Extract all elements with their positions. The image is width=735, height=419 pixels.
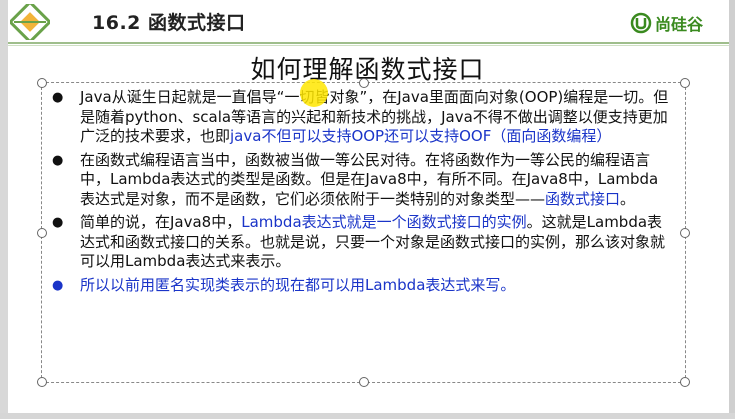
highlighted-text: 所以以前用匿名实现类表示的现在都可以用Lambda表达式来写。 [80, 275, 516, 294]
resize-handle-middle-left[interactable] [37, 228, 47, 238]
text-span: 。 [620, 189, 636, 208]
brand-name: 尚硅谷 [655, 15, 704, 34]
resize-handle-bottom-right[interactable] [680, 377, 690, 387]
bullet-dot-icon: ● [52, 90, 64, 105]
bullet-text: 在函数式编程语言当中，函数被当做一等公民对待。在将函数作为一等公民的编程语言中，… [80, 151, 672, 210]
resize-handle-middle-right[interactable] [680, 228, 690, 238]
list-item: ● 在函数式编程语言当中，函数被当做一等公民对待。在将函数作为一等公民的编程语言中… [52, 151, 672, 210]
section-title: 16.2 函数式接口 [92, 12, 246, 34]
resize-handle-bottom-middle[interactable] [359, 377, 369, 387]
bullet-dot-icon: ● [52, 152, 64, 168]
highlighted-text: java不但可以支持OOP还可以支持OOF（面向函数编程） [230, 127, 612, 145]
resize-handle-top-right[interactable] [680, 78, 690, 88]
bullet-text: 所以以前用匿名实现类表示的现在都可以用Lambda表达式来写。 [80, 276, 672, 296]
resize-handle-top-middle[interactable] [359, 78, 369, 88]
text-span: 简单的说，在Java8中， [80, 213, 242, 231]
bullet-dot-icon: ● [52, 215, 64, 230]
brand-logo: 尚硅谷 [630, 11, 703, 35]
list-item: ● 简单的说，在Java8中，Lambda表达式就是一个函数式接口的实例。这就是L… [52, 213, 672, 272]
bullet-text: 简单的说，在Java8中，Lambda表达式就是一个函数式接口的实例。这就是La… [80, 213, 672, 272]
bullet-text: Java从诞生日起就是一直倡导“一切皆对象”，在Java里面面向对象(OOP)编… [80, 88, 672, 147]
resize-handle-top-left[interactable] [37, 78, 47, 88]
list-item: ● 所以以前用匿名实现类表示的现在都可以用Lambda表达式来写。 [52, 276, 672, 296]
highlighted-text: 函数式接口 [545, 189, 621, 208]
brand-mark-icon [630, 12, 652, 34]
header-divider [8, 42, 729, 44]
bullet-dot-icon: ● [52, 277, 64, 293]
list-item: ● Java从诞生日起就是一直倡导“一切皆对象”，在Java里面面向对象(OOP)… [52, 88, 672, 147]
resize-handle-bottom-left[interactable] [37, 377, 47, 387]
bullet-list[interactable]: ● Java从诞生日起就是一直倡导“一切皆对象”，在Java里面面向对象(OOP)… [52, 88, 672, 299]
slide-header: 16.2 函数式接口 尚硅谷 [8, 0, 729, 44]
header-divider-light [8, 45, 729, 46]
highlighted-text: Lambda表达式就是一个函数式接口的实例 [241, 213, 527, 231]
diamond-logo-icon [10, 4, 50, 40]
pointer-highlight [300, 79, 328, 107]
editor-bottom-edge [0, 413, 735, 419]
